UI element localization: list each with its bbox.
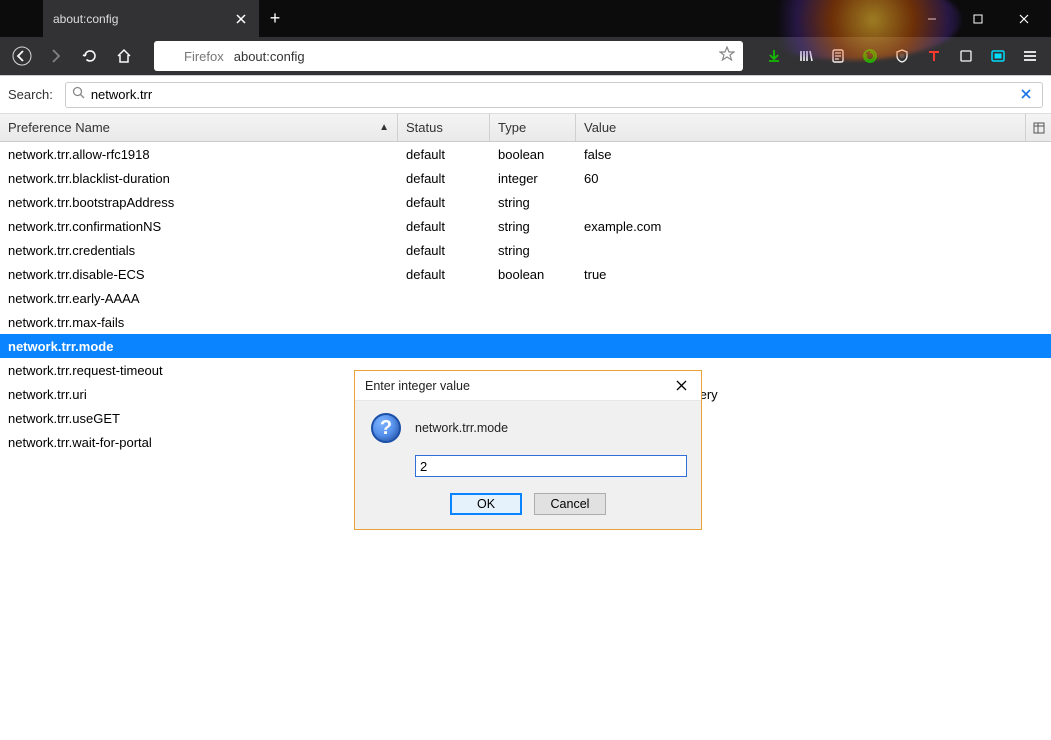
search-input[interactable] xyxy=(91,87,1016,102)
url-text: about:config xyxy=(234,49,719,64)
sort-asc-icon: ▲ xyxy=(379,122,389,133)
pref-type: boolean xyxy=(490,267,576,282)
pref-status: default xyxy=(398,267,490,282)
pref-row[interactable]: network.trr.bootstrapAddressdefaultstrin… xyxy=(0,190,1051,214)
pref-name: network.trr.allow-rfc1918 xyxy=(0,147,398,162)
pref-value: example.com xyxy=(576,219,1051,234)
column-value-label: Value xyxy=(584,120,616,135)
content-area: Search: Preference Name ▲ Status Type Va… xyxy=(0,75,1051,740)
url-bar[interactable]: Firefox about:config xyxy=(154,41,743,71)
pref-row[interactable]: network.trr.early-AAAA xyxy=(0,286,1051,310)
window-minimize-button[interactable] xyxy=(909,0,955,37)
clear-search-icon[interactable] xyxy=(1016,87,1036,103)
nav-toolbar: Firefox about:config xyxy=(0,37,1051,75)
enter-value-dialog: Enter integer value ? network.trr.mode O… xyxy=(354,370,702,530)
bookmark-star-icon[interactable] xyxy=(719,46,735,67)
pref-row[interactable]: network.trr.disable-ECSdefaultbooleantru… xyxy=(0,262,1051,286)
dialog-pref-name: network.trr.mode xyxy=(415,421,508,435)
pref-type: boolean xyxy=(490,147,576,162)
prefs-header: Preference Name ▲ Status Type Value xyxy=(0,114,1051,142)
pref-status: default xyxy=(398,243,490,258)
pref-name: network.trr.mode xyxy=(0,339,398,354)
firefox-icon xyxy=(162,48,178,64)
dialog-body: ? network.trr.mode xyxy=(355,401,701,481)
browser-tab[interactable]: about:config xyxy=(43,0,259,37)
column-pref-name-label: Preference Name xyxy=(8,120,110,135)
pref-name: network.trr.confirmationNS xyxy=(0,219,398,234)
column-type-label: Type xyxy=(498,120,526,135)
pref-row[interactable]: network.trr.max-fails xyxy=(0,310,1051,334)
column-pref-name[interactable]: Preference Name ▲ xyxy=(0,114,398,141)
column-status-label: Status xyxy=(406,120,443,135)
pref-name: network.trr.early-AAAA xyxy=(0,291,398,306)
dialog-value-input[interactable] xyxy=(415,455,687,477)
pref-status: default xyxy=(398,219,490,234)
pref-name: network.trr.useGET xyxy=(0,411,398,426)
search-label: Search: xyxy=(8,87,53,102)
titlebar: about:config + xyxy=(0,0,1051,37)
column-picker-icon[interactable] xyxy=(1025,114,1051,141)
dialog-close-button[interactable] xyxy=(671,378,691,394)
extension-icon[interactable] xyxy=(951,41,981,71)
pref-name: network.trr.wait-for-portal xyxy=(0,435,398,450)
question-icon: ? xyxy=(371,413,401,443)
pref-status: default xyxy=(398,195,490,210)
back-button[interactable] xyxy=(6,40,38,72)
pref-type: string xyxy=(490,243,576,258)
text-icon[interactable] xyxy=(919,41,949,71)
ok-button[interactable]: OK xyxy=(450,493,522,515)
pref-row[interactable]: network.trr.credentialsdefaultstring xyxy=(0,238,1051,262)
library-icon[interactable] xyxy=(791,41,821,71)
pref-row[interactable]: network.trr.allow-rfc1918defaultbooleanf… xyxy=(0,142,1051,166)
reader-icon[interactable] xyxy=(823,41,853,71)
pref-value: false xyxy=(576,147,1051,162)
pref-row[interactable]: network.trr.confirmationNSdefaultstringe… xyxy=(0,214,1051,238)
pref-name: network.trr.credentials xyxy=(0,243,398,258)
pref-type: integer xyxy=(490,171,576,186)
tab-spacer xyxy=(0,0,43,37)
pref-type: string xyxy=(490,219,576,234)
home-button[interactable] xyxy=(108,40,140,72)
new-tab-button[interactable]: + xyxy=(259,0,291,37)
tab-title: about:config xyxy=(53,12,233,26)
search-row: Search: xyxy=(0,76,1051,114)
dialog-title-text: Enter integer value xyxy=(365,379,470,393)
dialog-titlebar: Enter integer value xyxy=(355,371,701,401)
cancel-button[interactable]: Cancel xyxy=(534,493,606,515)
column-type[interactable]: Type xyxy=(490,114,576,141)
reload-button[interactable] xyxy=(74,40,106,72)
search-icon xyxy=(72,86,85,104)
url-brand: Firefox xyxy=(184,49,224,64)
pref-status: default xyxy=(398,171,490,186)
search-box[interactable] xyxy=(65,82,1043,108)
window-maximize-button[interactable] xyxy=(955,0,1001,37)
column-status[interactable]: Status xyxy=(398,114,490,141)
pref-name: network.trr.uri xyxy=(0,387,398,402)
pref-value: 60 xyxy=(576,171,1051,186)
pref-name: network.trr.blacklist-duration xyxy=(0,171,398,186)
pref-value: true xyxy=(576,267,1051,282)
pref-row[interactable]: network.trr.mode xyxy=(0,334,1051,358)
toolbar-icons xyxy=(753,41,1045,71)
window-controls xyxy=(909,0,1051,37)
column-value[interactable]: Value xyxy=(576,114,1025,141)
downloads-icon[interactable] xyxy=(759,41,789,71)
forward-button xyxy=(40,40,72,72)
pref-status: default xyxy=(398,147,490,162)
pref-row[interactable]: network.trr.blacklist-durationdefaultint… xyxy=(0,166,1051,190)
window-close-button[interactable] xyxy=(1001,0,1047,37)
pref-name: network.trr.request-timeout xyxy=(0,363,398,378)
refresh-green-icon[interactable] xyxy=(855,41,885,71)
pref-type: string xyxy=(490,195,576,210)
shield-icon[interactable] xyxy=(887,41,917,71)
pref-name: network.trr.disable-ECS xyxy=(0,267,398,282)
pref-name: network.trr.bootstrapAddress xyxy=(0,195,398,210)
dialog-buttons: OK Cancel xyxy=(355,481,701,529)
pref-name: network.trr.max-fails xyxy=(0,315,398,330)
close-tab-icon[interactable] xyxy=(233,11,249,27)
container-icon[interactable] xyxy=(983,41,1013,71)
app-menu-button[interactable] xyxy=(1015,41,1045,71)
